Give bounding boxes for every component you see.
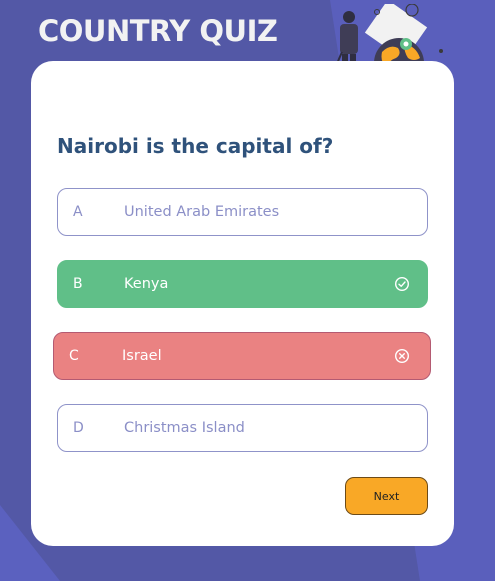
check-circle-icon: [394, 276, 410, 292]
close-circle-icon: [394, 348, 410, 364]
app-title: COUNTRY QUIZ: [38, 14, 278, 48]
option-letter: D: [73, 420, 84, 436]
option-b[interactable]: B Kenya: [57, 260, 428, 308]
option-label: Christmas Island: [124, 420, 245, 436]
option-letter: A: [73, 204, 83, 220]
option-d[interactable]: D Christmas Island: [57, 404, 428, 452]
option-letter: C: [69, 348, 79, 364]
question-text: Nairobi is the capital of?: [57, 134, 334, 158]
option-label: Israel: [122, 348, 162, 364]
option-label: United Arab Emirates: [124, 204, 280, 220]
option-a[interactable]: A United Arab Emirates: [57, 188, 428, 236]
option-letter: B: [73, 276, 83, 292]
option-label: Kenya: [124, 276, 169, 292]
option-c[interactable]: C Israel: [53, 332, 431, 380]
next-button[interactable]: Next: [345, 477, 428, 515]
